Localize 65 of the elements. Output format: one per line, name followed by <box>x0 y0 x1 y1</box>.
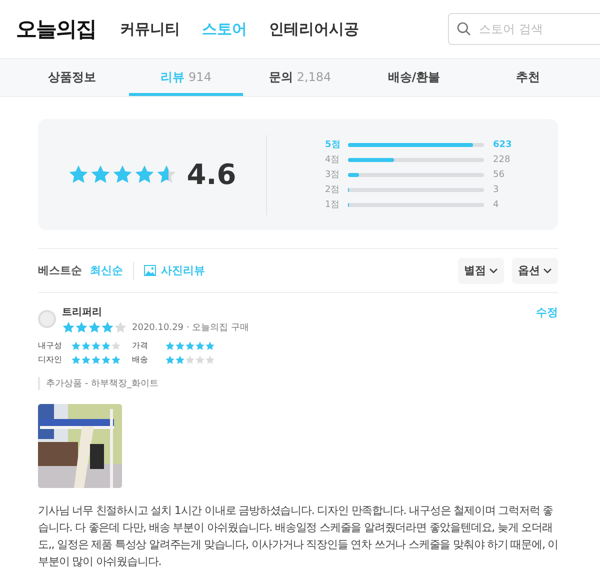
score-count: 4 <box>493 200 499 210</box>
tab[interactable]: 배송/환불 <box>357 59 471 96</box>
search-icon <box>456 21 472 37</box>
star-icon <box>195 354 205 364</box>
rating-label: 디자인 <box>38 354 63 365</box>
star-icon <box>111 354 121 364</box>
star-icon <box>91 354 101 364</box>
star-icon <box>195 340 205 350</box>
tab[interactable]: 문의 2,184 <box>243 59 357 96</box>
logo[interactable]: 오늘의집 <box>16 15 96 43</box>
star-icon <box>175 340 185 350</box>
star-icon <box>101 354 111 364</box>
star-icon <box>101 321 114 334</box>
star-icon <box>205 340 215 350</box>
chevron-down-icon <box>489 268 498 274</box>
score-label: 2점 <box>325 184 341 196</box>
filter-dropdown[interactable]: 옵션 <box>512 258 558 284</box>
search-field[interactable]: 스토어 검색 <box>448 13 600 45</box>
tab[interactable]: 상품정보 <box>15 59 129 96</box>
star-icon <box>71 340 81 350</box>
star-icon <box>175 354 185 364</box>
star-icon <box>81 354 91 364</box>
author-name: 트리퍼리 <box>62 306 103 319</box>
star-icon <box>71 354 81 364</box>
star-icon <box>205 354 215 364</box>
rating-label: 배송 <box>132 354 149 365</box>
average-score: 4.6 <box>186 158 236 191</box>
star-icon <box>165 354 175 364</box>
star-icon <box>112 164 133 185</box>
review-text: 기사님 너무 친절하시고 설치 1시간 이내로 금방하셨습니다. 디자인 만족합니다. 내구성은 철제이며 그럭저럭 좋습니다. 다 좋은데 다만, 배송 부분이 아쉬웠습니다. 배송일정 스케줄을 알려줬더라면 좋았을텐데요, 늦게 오더래도,, 일정은 제품 특성상 알려주는게 맞습니다, 이사가거나 직장인들 연차 쓰거나 스케줄을 맞춰야 하기 때문에, 이 부분이 많이 아쉬웠습니다. <box>38 503 560 570</box>
avatar <box>38 310 56 328</box>
star-icon <box>165 340 175 350</box>
image-icon <box>144 265 156 276</box>
score-count: 3 <box>493 184 499 194</box>
star-icon <box>88 321 101 334</box>
nav-link[interactable]: 커뮤니티 <box>120 20 180 38</box>
star-icon <box>111 340 121 350</box>
option-text: 추가상품 - 하부책장_화이트 <box>38 377 158 390</box>
star-icon <box>81 340 91 350</box>
sort-option[interactable]: 베스트순 <box>38 263 82 278</box>
score-count: 56 <box>493 170 504 180</box>
score-label: 1점 <box>325 199 341 211</box>
score-label: 5점 <box>325 139 342 151</box>
chevron-down-icon <box>543 268 552 274</box>
nav-link[interactable]: 인테리어시공 <box>269 20 359 38</box>
star-icon <box>114 321 127 334</box>
star-icon <box>134 164 155 185</box>
star-icon <box>156 164 177 185</box>
star-icon <box>68 164 89 185</box>
rating-label: 내구성 <box>38 340 63 351</box>
score-label: 4점 <box>325 154 341 166</box>
star-icon <box>75 321 88 334</box>
score-label: 3점 <box>325 169 341 181</box>
rating-label: 가격 <box>132 340 149 351</box>
star-icon <box>90 164 111 185</box>
review-meta: 2020.10.29 · 오늘의집 구매 <box>132 322 249 334</box>
tab[interactable]: 추천 <box>471 59 585 96</box>
score-count: 228 <box>493 154 510 164</box>
filter-dropdown[interactable]: 별점 <box>458 258 504 284</box>
score-count: 623 <box>493 140 512 150</box>
star-icon <box>62 321 75 334</box>
star-icon <box>185 340 195 350</box>
star-icon <box>185 354 195 364</box>
star-icon <box>91 340 101 350</box>
star-icon <box>101 340 111 350</box>
